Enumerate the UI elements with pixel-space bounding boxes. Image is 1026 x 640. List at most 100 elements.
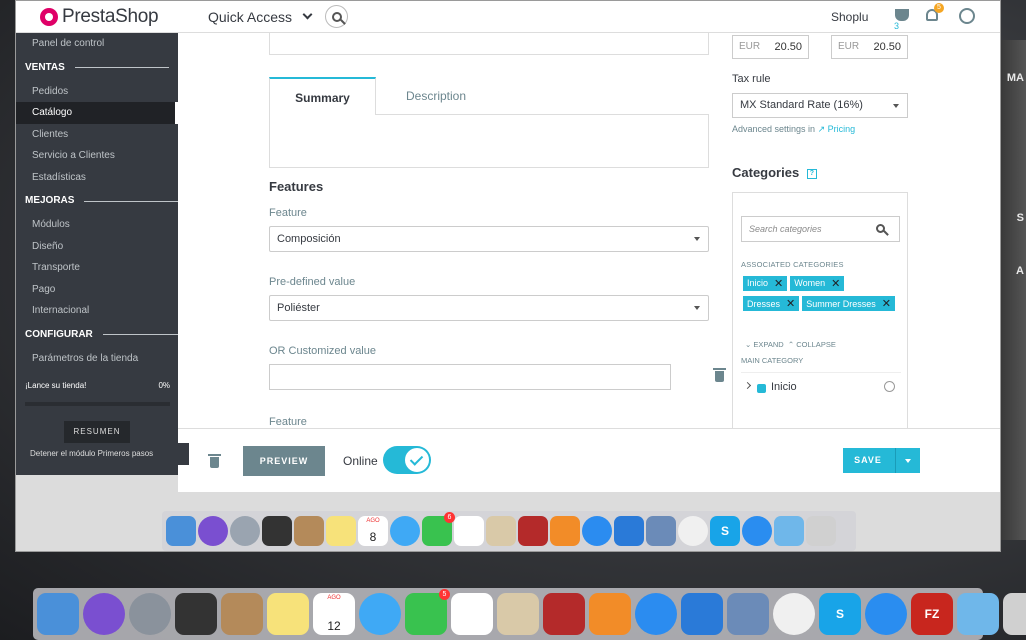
remove-tag-icon[interactable]: ✕ (786, 297, 795, 310)
sidebar-item[interactable]: Pago (16, 279, 178, 301)
quick-access-label: Quick Access (208, 8, 293, 25)
customized-value-input[interactable] (269, 364, 671, 390)
stop-onboarding-link[interactable]: Detener el módulo Primeros pasos (21, 443, 189, 465)
trash-icon[interactable] (806, 516, 836, 546)
advanced-settings-text: Advanced settings in ↗ Pricing (732, 124, 855, 135)
sidebar-item[interactable]: Internacional (16, 300, 178, 322)
tab-summary[interactable]: Summary (269, 77, 376, 115)
folder-icon[interactable] (957, 593, 999, 635)
sidebar-item[interactable]: Catálogo (16, 102, 178, 124)
trash-icon[interactable] (1003, 593, 1026, 635)
ibooks-icon[interactable] (550, 516, 580, 546)
contacts-icon[interactable] (221, 593, 263, 635)
predefined-value-select[interactable]: Poliéster (269, 295, 709, 321)
category-checkbox[interactable] (757, 384, 766, 393)
sidebar-item[interactable]: Panel de control (16, 33, 178, 55)
collapse-button[interactable]: ⌃ COLLAPSE (788, 340, 836, 349)
user-account-icon[interactable] (959, 8, 975, 24)
facetime-icon[interactable]: 5 (405, 589, 450, 635)
itunes-icon[interactable] (773, 593, 815, 635)
keynote-icon[interactable] (681, 593, 723, 635)
photo-booth-2-icon[interactable] (518, 516, 548, 546)
filezilla-icon[interactable]: FZ (911, 593, 953, 635)
expand-button[interactable]: ⌄ EXPAND (745, 340, 784, 349)
reminders-icon[interactable] (451, 593, 493, 635)
itunes-icon[interactable] (678, 516, 708, 546)
skype-icon[interactable]: S (710, 516, 740, 546)
preview-app-icon[interactable] (486, 516, 516, 546)
online-toggle[interactable] (383, 446, 431, 474)
siri-icon[interactable] (198, 516, 228, 546)
sidebar-item[interactable]: Clientes (16, 124, 178, 146)
chevron-down-icon (302, 9, 313, 20)
save-button[interactable]: SAVE (843, 448, 893, 473)
save-options-dropdown[interactable] (895, 448, 920, 473)
price-tax-excl-field[interactable]: EUR 20.50 (732, 35, 809, 59)
safari-icon[interactable] (865, 593, 907, 635)
help-icon[interactable]: ? (806, 168, 817, 179)
remove-tag-icon[interactable]: ✕ (882, 297, 891, 310)
contacts-icon[interactable] (294, 516, 324, 546)
quick-access-dropdown[interactable]: Quick Access (208, 5, 349, 28)
sidebar-item[interactable]: Módulos (16, 214, 178, 236)
chevron-right-icon[interactable] (743, 381, 752, 390)
resumen-button[interactable]: RESUMEN (64, 421, 130, 443)
trophy-icon[interactable] (895, 9, 909, 21)
tab-description[interactable]: Description (376, 77, 496, 115)
pricing-link[interactable]: Pricing (828, 124, 856, 134)
app-store-icon[interactable] (582, 516, 612, 546)
search-button[interactable] (325, 5, 349, 28)
facetime-icon[interactable]: 6 (422, 512, 455, 546)
calendar-icon[interactable]: AGO 8 (358, 516, 388, 546)
shop-name-link[interactable]: Shoplu (831, 10, 868, 24)
messages-icon[interactable] (359, 593, 401, 635)
launchpad-icon[interactable] (230, 516, 260, 546)
tax-rule-value: MX Standard Rate (16%) (740, 99, 863, 111)
preview-button[interactable]: PREVIEW (243, 446, 325, 476)
photo-booth-icon[interactable] (262, 516, 292, 546)
tax-rule-select[interactable]: MX Standard Rate (16%) (732, 93, 908, 118)
sidebar-item[interactable]: Pedidos (16, 81, 178, 103)
tax-rule-label: Tax rule (732, 73, 771, 85)
sidebar-item[interactable]: Servicio a Clientes (16, 145, 178, 167)
sidebar-item[interactable]: Diseño (16, 236, 178, 258)
sidebar-item[interactable]: Transporte (16, 257, 178, 279)
app-store-icon[interactable] (635, 593, 677, 635)
messages-icon[interactable] (390, 516, 420, 546)
remove-tag-icon[interactable]: ✕ (774, 277, 783, 290)
notes-icon[interactable] (267, 593, 309, 635)
notes-icon[interactable] (326, 516, 356, 546)
photo-booth-icon[interactable] (175, 593, 217, 635)
preview-app-icon[interactable] (497, 593, 539, 635)
app-glyph: S (720, 524, 729, 538)
category-search-input[interactable]: Search categories (741, 216, 900, 242)
top-bar: PrestaShop Quick Access Shoplu 3 5 (16, 1, 1000, 33)
siri-icon[interactable] (83, 593, 125, 635)
delete-feature-icon[interactable] (713, 368, 726, 382)
ibooks-icon[interactable] (589, 593, 631, 635)
finder-icon[interactable] (37, 593, 79, 635)
image-capture-icon[interactable] (727, 593, 769, 635)
folder-icon[interactable] (774, 516, 804, 546)
photo-booth-2-icon[interactable] (543, 593, 585, 635)
price-tax-incl-field[interactable]: EUR 20.50 (831, 35, 908, 59)
prestashop-logo[interactable]: PrestaShop (40, 6, 190, 28)
calendar-icon[interactable]: AGO 12 (313, 593, 355, 635)
feature-select[interactable]: Composición (269, 226, 709, 252)
launchpad-icon[interactable] (129, 593, 171, 635)
reminders-icon[interactable] (454, 516, 484, 546)
main-category-radio[interactable] (884, 381, 895, 392)
skype-icon[interactable]: S (819, 593, 861, 635)
summary-editor[interactable] (269, 114, 709, 168)
predefined-value-select-value: Poliéster (277, 302, 320, 314)
delete-product-icon[interactable] (208, 454, 221, 468)
sidebar-item[interactable]: Estadísticas (16, 167, 178, 189)
sidebar-item[interactable]: Parámetros de la tienda (16, 348, 178, 370)
top-field-partial[interactable] (269, 33, 709, 55)
finder-icon[interactable] (166, 516, 196, 546)
keynote-icon[interactable] (614, 516, 644, 546)
remove-tag-icon[interactable]: ✕ (831, 277, 840, 290)
safari-icon[interactable] (742, 516, 772, 546)
image-capture-icon[interactable] (646, 516, 676, 546)
calendar-month: AGO (327, 595, 341, 601)
